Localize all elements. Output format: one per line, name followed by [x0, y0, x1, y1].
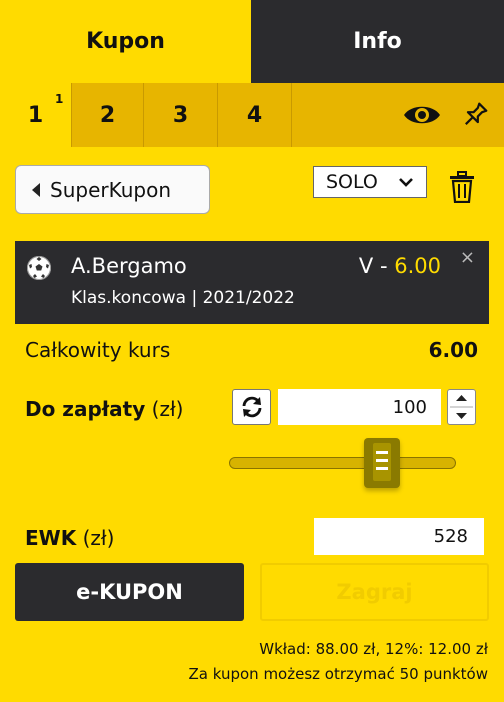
tab-info-label: Info — [353, 29, 402, 54]
bet-divider: | — [191, 288, 198, 308]
chevron-left-icon — [32, 182, 40, 197]
ewk-label: EWK — [25, 526, 77, 550]
bet-separator: - — [379, 254, 388, 278]
stepper-down-icon[interactable] — [456, 413, 467, 419]
zagraj-label: Zagraj — [336, 580, 413, 604]
bet-outcome: V — [358, 254, 374, 278]
ewk-label-group: EWK (zł) — [25, 526, 114, 550]
tab-info[interactable]: Info — [251, 0, 504, 83]
close-icon[interactable]: × — [460, 247, 475, 268]
refresh-icon — [242, 396, 261, 418]
soccer-ball-icon — [27, 256, 51, 280]
superkupon-label: SuperKupon — [50, 177, 171, 202]
total-odds-label: Całkowity kurs — [25, 338, 171, 362]
bet-season: 2021/2022 — [202, 288, 295, 308]
stepper-up-icon[interactable] — [456, 395, 467, 401]
ewk-field: 528 — [314, 518, 484, 555]
coupon-tab-2[interactable]: 2 — [71, 83, 144, 147]
ekupon-label: e-KUPON — [76, 580, 183, 604]
stake-slider-track[interactable] — [229, 457, 456, 469]
coupon-tab-label: 2 — [99, 102, 116, 128]
coupon-tab-1[interactable]: 1 1 — [0, 83, 71, 147]
zagraj-button[interactable]: Zagraj — [260, 563, 489, 621]
bet-type-select[interactable]: SOLO — [313, 166, 427, 198]
tab-kupon-label: Kupon — [86, 29, 165, 54]
bet-team: A.Bergamo — [71, 254, 187, 278]
total-odds-value: 6.00 — [428, 338, 478, 362]
bet-type-value: SOLO — [326, 171, 378, 193]
bet-pick: V - 6.00 — [359, 254, 441, 278]
stake-stepper[interactable] — [447, 389, 476, 425]
stake-breakdown: Wkład: 88.00 zł, 12%: 12.00 zł — [259, 640, 488, 658]
trash-icon[interactable] — [445, 169, 479, 205]
stake-label: Do zapłaty — [25, 397, 146, 421]
stake-label-group: Do zapłaty (zł) — [25, 397, 183, 421]
eye-icon[interactable] — [402, 100, 442, 130]
chevron-down-icon — [399, 178, 413, 187]
ewk-value: 528 — [433, 526, 468, 547]
stake-unit: (zł) — [151, 397, 184, 421]
coupon-tabs-bar: 1 1 2 3 4 — [0, 83, 504, 147]
stake-input[interactable]: 100 — [278, 389, 441, 425]
coupon-tab-4[interactable]: 4 — [218, 83, 292, 147]
superkupon-button[interactable]: SuperKupon — [15, 165, 210, 214]
stake-slider-handle[interactable] — [364, 438, 400, 488]
bet-market: Klas.koncowa — [71, 288, 187, 308]
bet-odds: 6.00 — [394, 254, 441, 278]
coupon-tab-badge: 1 — [55, 92, 64, 106]
coupon-tab-label: 3 — [172, 102, 189, 128]
bet-meta: Klas.koncowa | 2021/2022 — [71, 288, 295, 308]
coupon-tab-3[interactable]: 3 — [144, 83, 218, 147]
stake-value: 100 — [392, 396, 427, 418]
ekupon-button[interactable]: e-KUPON — [15, 563, 244, 621]
points-info: Za kupon możesz otrzymać 50 punktów — [188, 665, 489, 683]
coupon-tab-label: 4 — [246, 102, 263, 128]
tab-kupon[interactable]: Kupon — [0, 0, 251, 83]
ewk-unit: (zł) — [82, 526, 115, 550]
pin-icon[interactable] — [458, 99, 492, 131]
coupon-tab-label: 1 — [27, 102, 44, 128]
refresh-button[interactable] — [232, 389, 271, 425]
bet-card: A.Bergamo V - 6.00 × Klas.koncowa | 2021… — [15, 241, 489, 324]
